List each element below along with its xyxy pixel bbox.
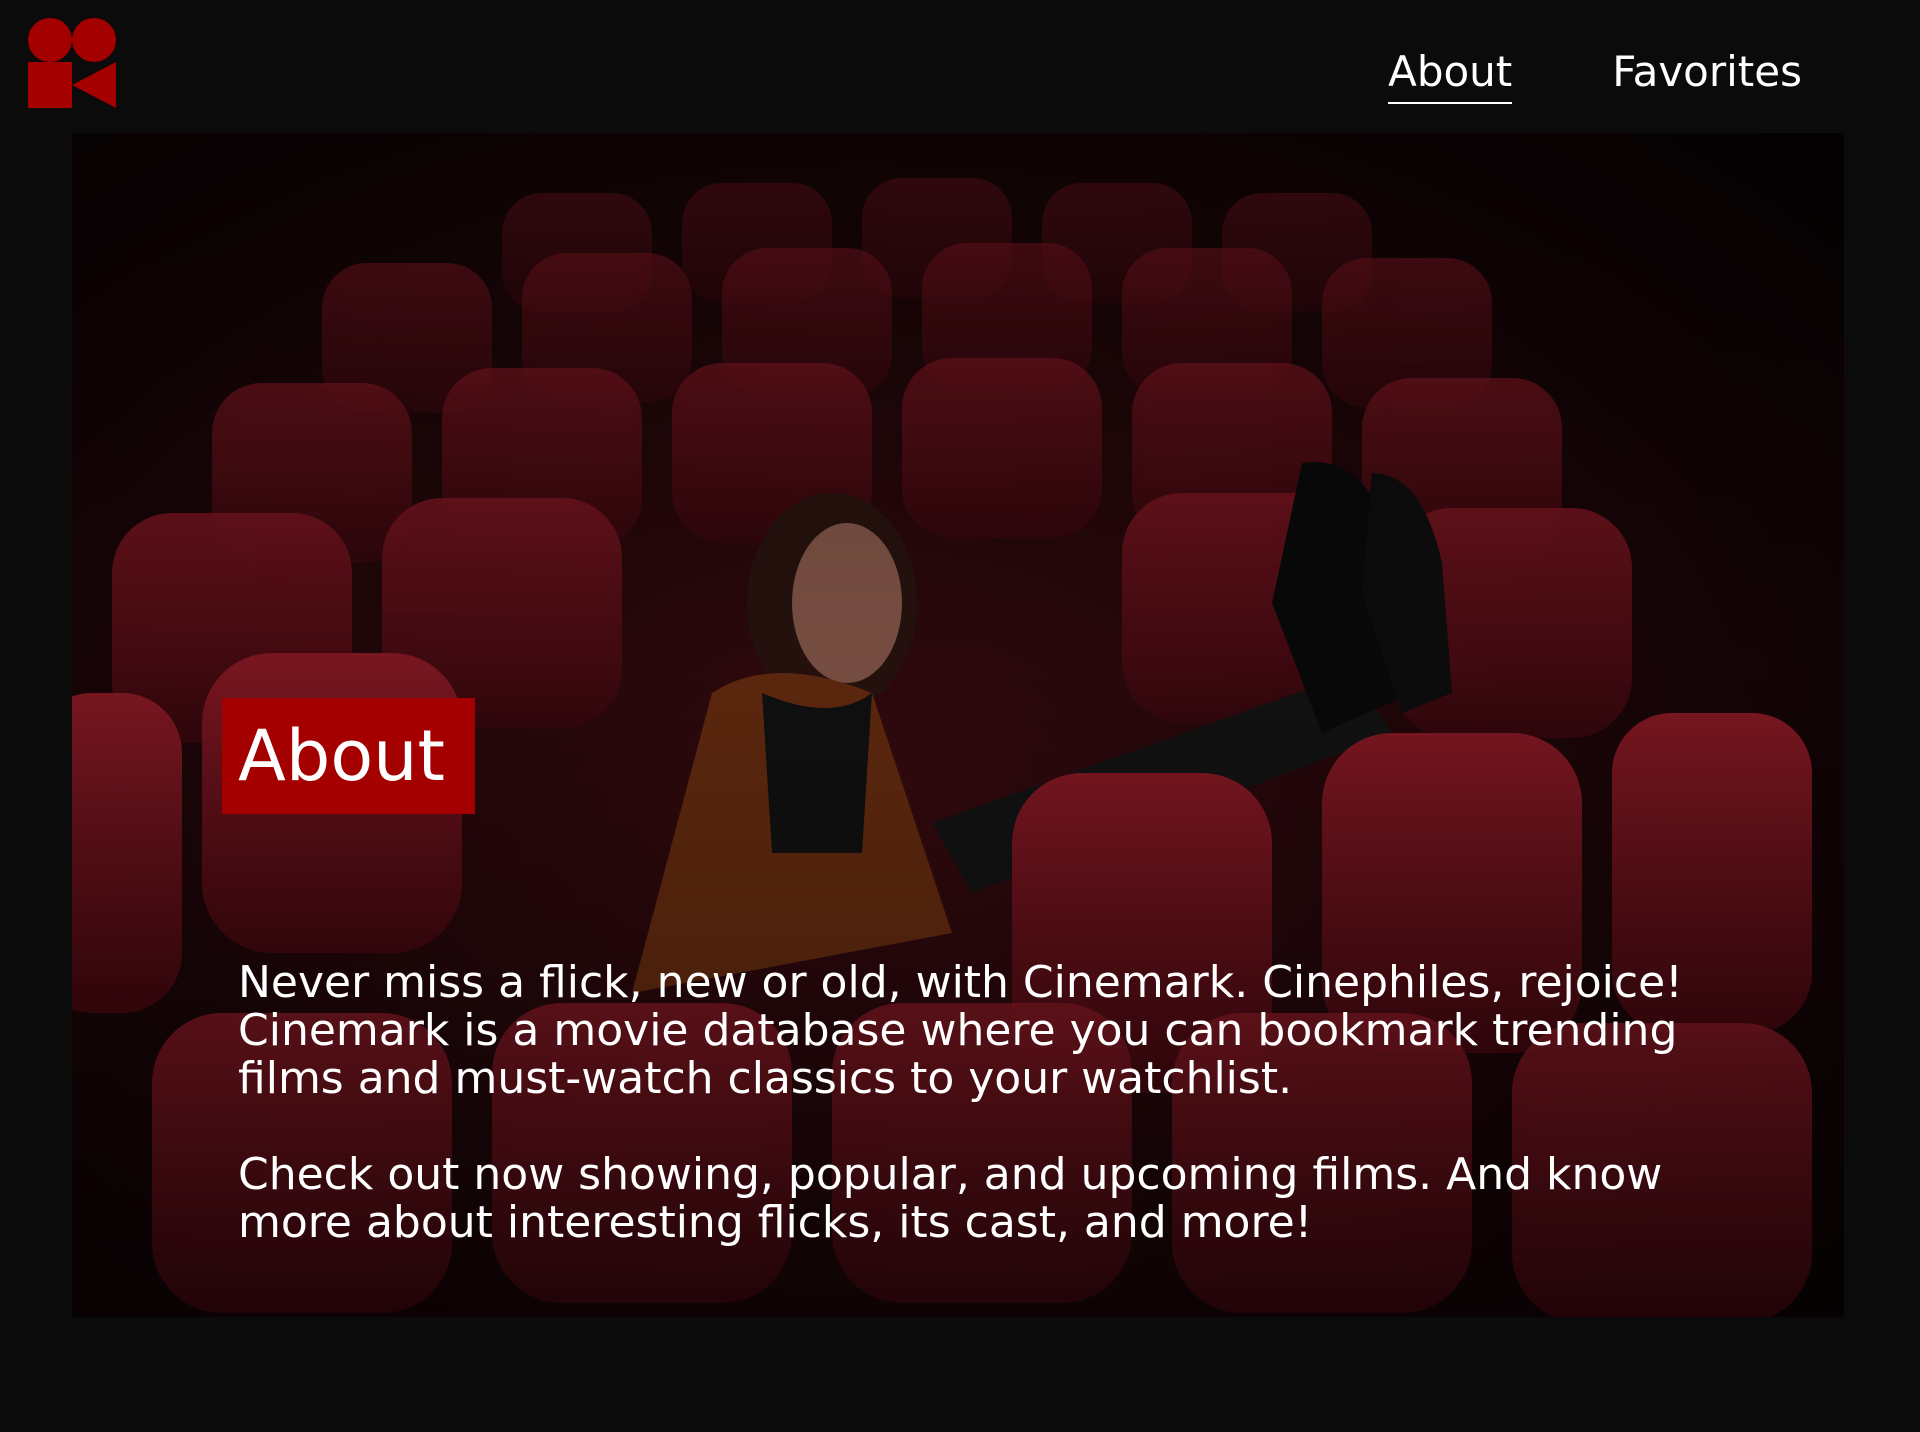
nav-about-link[interactable]: About (1388, 46, 1513, 104)
about-paragraph-2: Check out now showing, popular, and upco… (238, 1149, 1663, 1248)
about-hero: About Never miss a flick, new or old, wi… (72, 133, 1844, 1317)
about-heading-badge: About (222, 698, 475, 814)
about-description: Never miss a flick, new or old, with Cin… (238, 959, 1718, 1295)
about-page: About Favorites About Never miss a flick… (0, 0, 1920, 1432)
main-nav: About Favorites (1388, 46, 1802, 104)
site-header: About Favorites (0, 0, 1920, 133)
nav-favorites-link[interactable]: Favorites (1612, 46, 1802, 104)
about-paragraph-1: Never miss a flick, new or old, with Cin… (238, 957, 1683, 1104)
film-camera-logo-icon[interactable] (28, 18, 116, 108)
